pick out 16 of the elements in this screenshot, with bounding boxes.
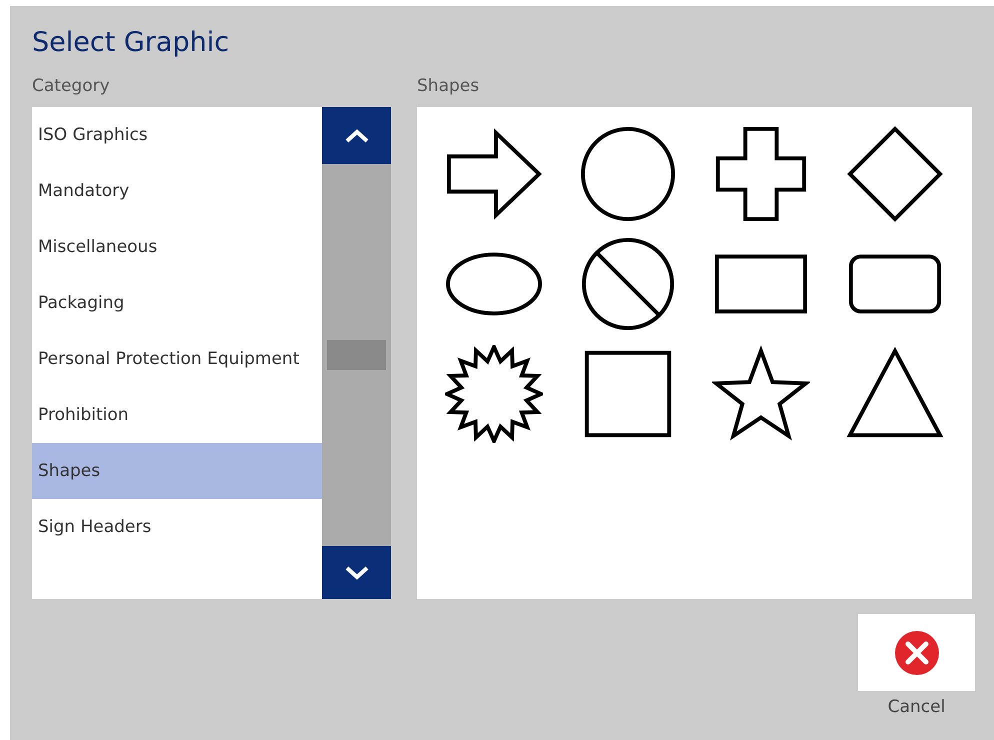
chevron-up-icon — [344, 128, 370, 144]
chevron-down-icon — [344, 564, 370, 580]
scroll-up-button[interactable] — [322, 107, 391, 164]
star-shape-icon[interactable] — [712, 345, 810, 443]
diamond-shape-icon[interactable] — [846, 125, 944, 223]
category-label: Category — [32, 75, 110, 98]
scrollbar-thumb[interactable] — [327, 340, 386, 370]
starburst-shape-icon[interactable] — [444, 345, 543, 443]
scroll-down-button[interactable] — [322, 546, 391, 599]
cancel-label: Cancel — [888, 696, 946, 719]
cancel-button[interactable] — [858, 614, 975, 691]
dialog-title: Select Graphic — [32, 26, 230, 60]
close-icon — [894, 630, 940, 676]
category-item[interactable]: Shapes — [32, 443, 322, 499]
shapes-label: Shapes — [417, 75, 480, 98]
circle-shape-icon[interactable] — [578, 125, 677, 223]
